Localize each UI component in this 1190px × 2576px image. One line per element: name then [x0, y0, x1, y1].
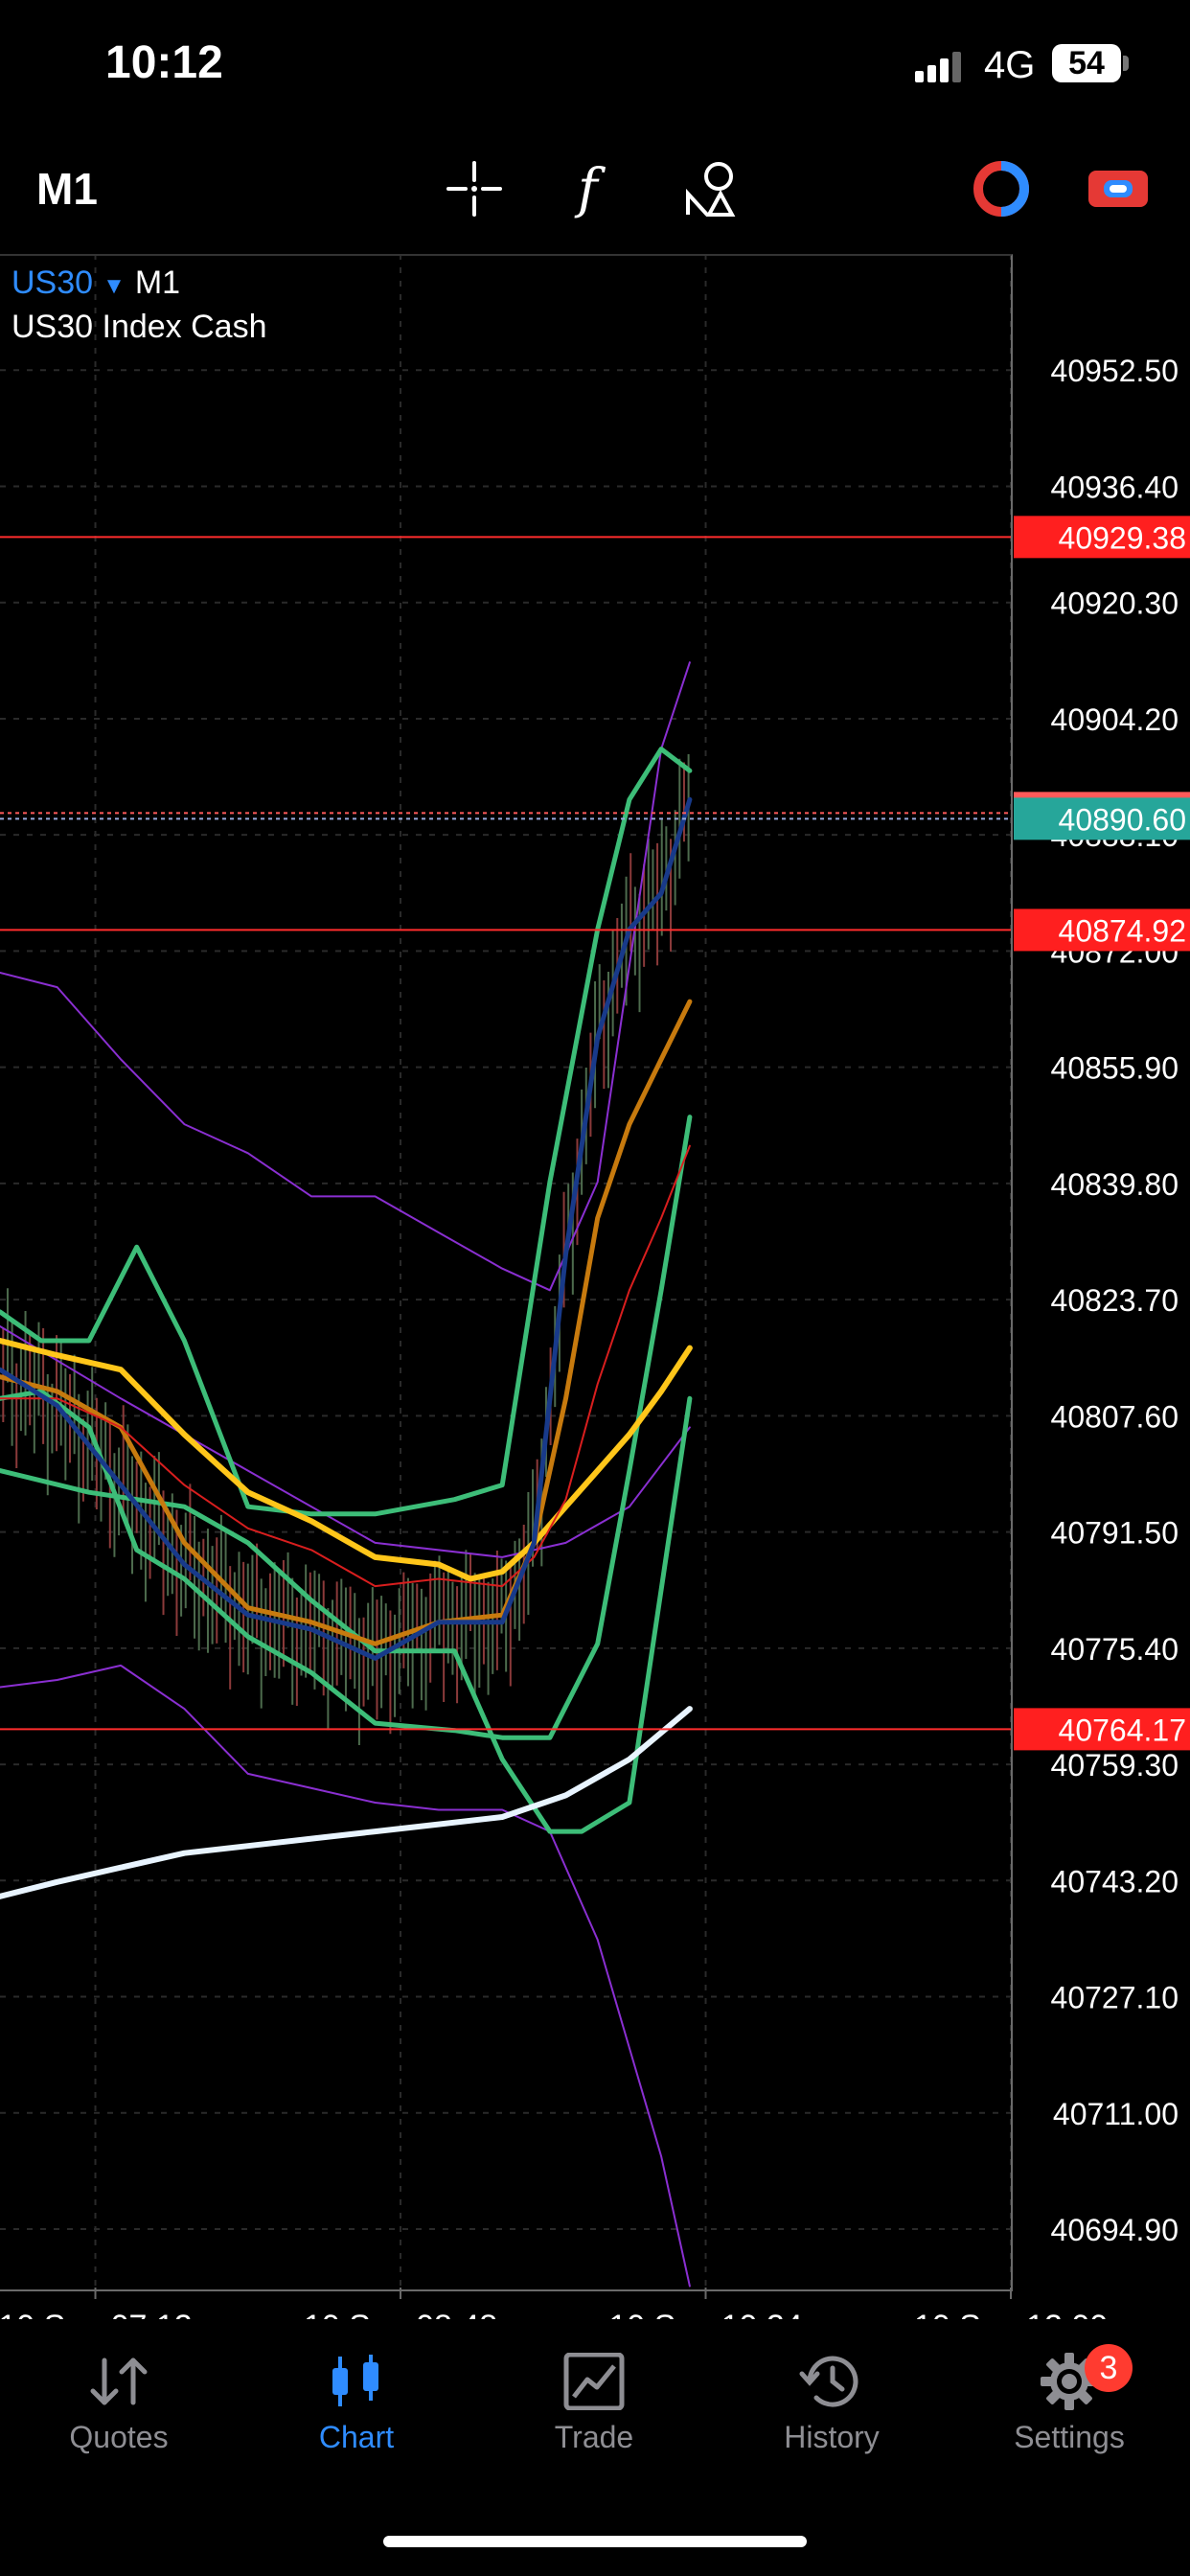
- y-tick-label: 40711.00: [1053, 2097, 1179, 2131]
- tab-quotes-label: Quotes: [69, 2420, 169, 2454]
- y-tick-label: 40823.70: [1051, 1283, 1179, 1318]
- x-tick-label: 10 Sep 12:00: [914, 2309, 1108, 2319]
- y-tick-label: 40855.90: [1051, 1051, 1179, 1086]
- y-tick-label: 40936.40: [1051, 470, 1179, 504]
- price-level-label: 40874.92: [1059, 913, 1186, 948]
- x-tick-label: 10 Sep 08:48: [304, 2309, 497, 2319]
- tab-trade[interactable]: Trade: [498, 2353, 690, 2455]
- symbol-timeframe: M1: [134, 264, 181, 301]
- symbol-description: US30 Index Cash: [11, 309, 267, 345]
- y-tick-label: 40791.50: [1051, 1516, 1179, 1551]
- tab-trade-label: Trade: [554, 2420, 634, 2454]
- y-tick-label: 40727.10: [1051, 1981, 1179, 2015]
- chart-frame: [0, 254, 1013, 2291]
- trade-icon: [563, 2353, 625, 2410]
- current-price-label: 40890.60: [1059, 802, 1186, 837]
- y-tick-label: 40952.50: [1051, 354, 1179, 388]
- price-level-label: 40929.38: [1059, 520, 1186, 555]
- x-tick-label: 10 Sep 10:24: [608, 2309, 802, 2319]
- symbol-dropdown-icon[interactable]: ▼: [103, 273, 126, 299]
- y-tick-label: 40904.20: [1051, 702, 1179, 737]
- quotes-icon: [90, 2358, 148, 2405]
- tab-history[interactable]: History: [736, 2353, 927, 2455]
- y-tick-label: 40775.40: [1051, 1632, 1179, 1667]
- symbol-name[interactable]: US30: [11, 264, 93, 301]
- history-icon: [799, 2356, 858, 2407]
- home-indicator[interactable]: [383, 2536, 807, 2547]
- tab-chart[interactable]: Chart: [261, 2353, 452, 2455]
- y-tick-label: 40920.30: [1051, 586, 1179, 621]
- tab-settings[interactable]: Settings: [973, 2353, 1165, 2455]
- tab-quotes[interactable]: Quotes: [23, 2353, 215, 2455]
- y-tick-label: 40694.90: [1051, 2213, 1179, 2247]
- y-tick-label: 40839.80: [1051, 1167, 1179, 1202]
- settings-badge: 3: [1085, 2344, 1133, 2392]
- chart-symbol[interactable]: US30 ▼ M1: [11, 264, 180, 302]
- y-tick-label: 40743.20: [1051, 1864, 1179, 1898]
- y-tick-label: 40759.30: [1051, 1748, 1179, 1782]
- x-tick-label: 10 Sep 07:12: [0, 2309, 193, 2319]
- tab-chart-label: Chart: [318, 2420, 395, 2454]
- y-tick-label: 40807.60: [1051, 1399, 1179, 1434]
- chart-icon: [332, 2355, 378, 2406]
- tab-settings-label: Settings: [1014, 2420, 1125, 2454]
- tab-history-label: History: [784, 2420, 880, 2454]
- price-level-label: 40764.17: [1059, 1713, 1186, 1747]
